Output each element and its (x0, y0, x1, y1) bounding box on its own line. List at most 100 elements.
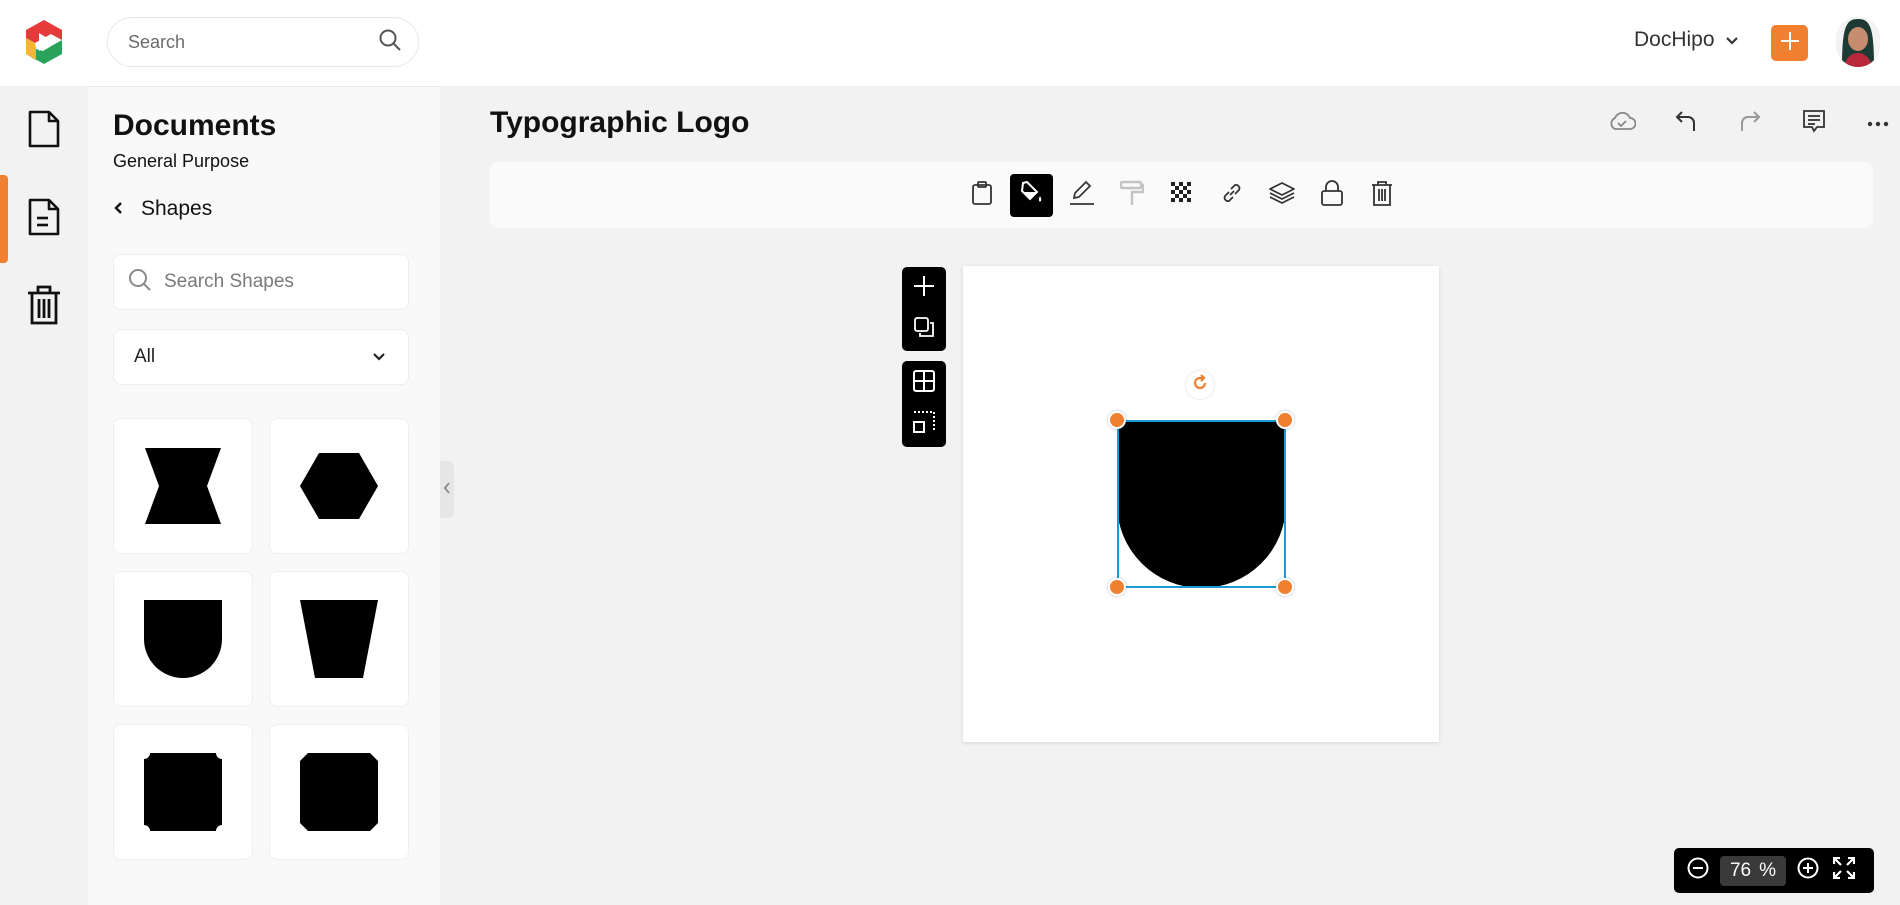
pencil-underline-icon (1069, 180, 1095, 211)
shield-shape-icon (144, 600, 222, 678)
resize-handle-top-right[interactable] (1276, 411, 1294, 429)
zoom-value: 76 (1729, 859, 1752, 881)
shape-card-hourglass[interactable] (113, 418, 253, 554)
cloud-save-button[interactable] (1590, 108, 1654, 138)
page-tools-group (902, 267, 946, 351)
view-tools-group (902, 361, 946, 447)
trapezoid-shape-icon (300, 600, 378, 678)
lock-icon (1320, 180, 1343, 211)
link-icon (1220, 181, 1244, 210)
lock-button[interactable] (1310, 174, 1353, 217)
select-area-icon (913, 411, 935, 438)
redo-button[interactable] (1718, 108, 1782, 138)
shapes-grid (113, 418, 409, 860)
selection-box[interactable] (1117, 420, 1286, 588)
clipboard-icon (971, 181, 992, 210)
undo-button[interactable] (1654, 108, 1718, 138)
rail-item-documents[interactable] (0, 87, 88, 175)
add-page-button[interactable] (902, 270, 946, 308)
avatar[interactable] (1836, 17, 1880, 67)
layers-icon (1268, 182, 1295, 209)
back-label: Shapes (141, 197, 213, 220)
shape-search[interactable] (113, 254, 409, 310)
plus-icon (913, 275, 935, 302)
shape-card-trapezoid[interactable] (269, 571, 409, 707)
zoom-level[interactable]: 76 % (1720, 855, 1786, 886)
rail-item-trash[interactable] (0, 263, 88, 351)
global-search[interactable] (107, 17, 419, 67)
fullscreen-button[interactable] (1830, 856, 1858, 885)
search-icon[interactable] (378, 28, 402, 57)
dochipo-logo-icon[interactable] (21, 18, 67, 66)
link-button[interactable] (1210, 174, 1253, 217)
document-title[interactable]: Typographic Logo (490, 106, 749, 140)
shape-category-select[interactable]: All (113, 329, 409, 385)
resize-handle-top-left[interactable] (1108, 411, 1126, 429)
checkerboard-icon (1170, 182, 1193, 209)
workspace-label: DocHipo (1634, 28, 1715, 51)
zoom-out-button[interactable] (1684, 857, 1712, 885)
border-color-button[interactable] (1060, 174, 1103, 217)
layers-button[interactable] (1260, 174, 1303, 217)
rotate-icon (1191, 373, 1209, 397)
hourglass-shape-icon (145, 448, 221, 524)
expand-icon (1832, 856, 1856, 884)
paste-button[interactable] (960, 174, 1003, 217)
workspace-dropdown[interactable]: DocHipo (1634, 28, 1739, 52)
shape-card-octagon-square[interactable] (269, 724, 409, 860)
panel-title: Documents (113, 109, 277, 142)
more-horizontal-icon (1867, 114, 1889, 132)
element-tools (960, 174, 1403, 217)
delete-button[interactable] (1360, 174, 1403, 217)
shape-card-shield[interactable] (113, 571, 253, 707)
chevron-down-icon (372, 346, 386, 368)
comments-button[interactable] (1782, 108, 1846, 138)
zoom-unit: % (1759, 859, 1777, 881)
collapse-panel-handle[interactable] (440, 461, 454, 518)
shape-category-value: All (134, 346, 156, 367)
comment-icon (1802, 109, 1826, 138)
duplicate-page-button[interactable] (902, 310, 946, 348)
redo-icon (1738, 109, 1762, 138)
editor-actions (1590, 108, 1900, 138)
select-area-button[interactable] (902, 406, 946, 444)
left-rail (0, 87, 88, 905)
shape-card-inset-corner-square[interactable] (113, 724, 253, 860)
search-icon (128, 268, 152, 297)
grid-icon (913, 369, 935, 397)
chevron-left-icon (113, 197, 123, 221)
minus-circle-icon (1687, 857, 1709, 884)
paint-bucket-icon (1019, 180, 1045, 211)
back-to-elements-button[interactable]: Shapes (113, 197, 212, 221)
inset-corner-square-shape-icon (144, 753, 222, 831)
global-search-input[interactable] (128, 31, 378, 53)
panel-subtitle: General Purpose (113, 151, 250, 171)
shape-search-input[interactable] (164, 271, 409, 293)
plus-icon (1780, 31, 1800, 56)
more-options-button[interactable] (1846, 108, 1900, 138)
cloud-check-icon (1608, 111, 1637, 136)
hexagon-shape-icon (300, 453, 378, 519)
chevron-left-icon (443, 481, 451, 499)
create-new-button[interactable] (1771, 25, 1808, 61)
format-painter-button[interactable] (1110, 174, 1153, 217)
zoom-controls: 76 % (1674, 848, 1874, 893)
trash-icon (1371, 180, 1393, 211)
resize-handle-bottom-left[interactable] (1108, 578, 1126, 596)
duplicate-icon (914, 316, 934, 342)
shape-card-hexagon[interactable] (269, 418, 409, 554)
grid-button[interactable] (902, 364, 946, 402)
shapes-panel: Documents General Purpose Shapes All (88, 87, 440, 905)
rail-item-templates[interactable] (0, 175, 88, 263)
rotate-handle[interactable] (1186, 371, 1214, 399)
trash-icon (26, 284, 62, 331)
chevron-down-icon (1725, 28, 1739, 52)
paint-roller-icon (1119, 180, 1144, 211)
plus-circle-icon (1797, 857, 1819, 884)
zoom-in-button[interactable] (1794, 857, 1822, 885)
transparency-button[interactable] (1160, 174, 1203, 217)
resize-handle-bottom-right[interactable] (1276, 578, 1294, 596)
undo-icon (1674, 109, 1698, 138)
fill-color-button[interactable] (1010, 174, 1053, 217)
top-header: DocHipo (0, 0, 1900, 87)
